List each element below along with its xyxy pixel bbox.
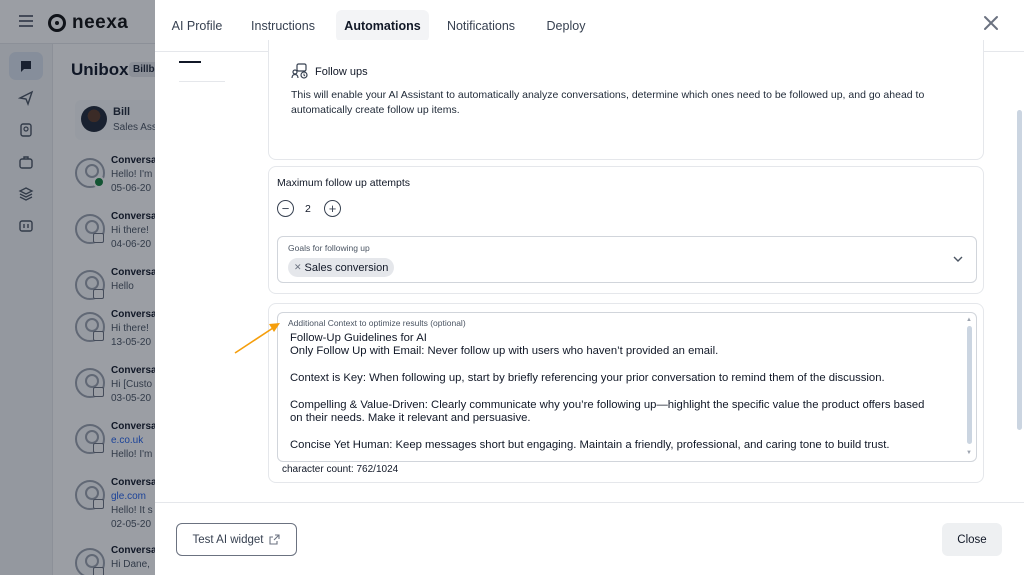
goal-chip-label: Sales conversion [304,261,389,274]
scroll-down-icon[interactable]: ▼ [966,450,972,456]
tab-deploy[interactable]: Deploy [538,10,594,42]
tab-notifications[interactable]: Notifications [440,10,522,42]
context-line: Context is Key: When following up, start… [290,372,885,385]
close-icon[interactable] [982,14,1000,32]
test-ai-widget-label: Test AI widget [192,533,264,546]
max-attempts-label: Maximum follow up attempts [277,177,411,189]
context-line: on their needs. Make it relevant and per… [290,412,531,425]
side-tab-indicator [179,61,201,63]
context-line: Compelling & Value-Driven: Clearly commu… [290,399,925,411]
context-line: Concise Yet Human: Keep messages short b… [290,439,890,452]
external-link-icon [269,534,281,545]
goals-select[interactable]: Goals for following up ✕ Sales conversio… [277,236,977,283]
character-count: character count: 762/1024 [282,464,399,475]
modal-footer: Test AI widget Close [155,502,1024,575]
follow-ups-title: Follow ups [315,66,368,78]
modal-scrollbar[interactable] [1017,110,1022,430]
test-ai-widget-button[interactable]: Test AI widget [176,523,297,556]
follow-up-settings-card: Maximum follow up attempts − 2 + Goals f… [268,166,984,294]
additional-context-text[interactable]: Follow-Up Guidelines for AI Only Follow U… [290,332,960,453]
context-line: Only Follow Up with Email: Never follow … [290,345,719,358]
tab-ai-profile[interactable]: AI Profile [165,10,229,42]
follow-ups-icon [291,63,308,79]
goal-chip[interactable]: ✕ Sales conversion [288,258,395,277]
follow-ups-card: Follow ups This will enable your AI Assi… [268,40,984,160]
ai-settings-modal: AI Profile Instructions Automations Noti… [155,0,1024,575]
automation-side-tabs [179,52,225,82]
goals-label: Goals for following up [288,243,370,253]
follow-ups-description: This will enable your AI Assistant to au… [291,89,925,116]
context-line: Follow-Up Guidelines for AI [290,332,427,344]
additional-context-textarea[interactable]: Follow-Up Guidelines for AI Only Follow U… [277,312,977,462]
textarea-scroll-thumb[interactable] [967,326,972,444]
additional-context-label: Additional Context to optimize results (… [279,314,869,330]
remove-chip-icon[interactable]: ✕ [294,262,302,273]
tab-instructions[interactable]: Instructions [245,10,321,42]
close-button[interactable]: Close [942,523,1002,556]
annotation-arrow-icon [234,323,280,354]
minus-circle-icon[interactable]: − [277,200,294,217]
chevron-down-icon[interactable] [952,254,964,264]
tab-automations[interactable]: Automations [336,10,429,42]
scroll-up-icon[interactable]: ▲ [966,317,972,323]
additional-context-card: Follow-Up Guidelines for AI Only Follow U… [268,303,984,483]
plus-circle-icon[interactable]: + [324,200,341,217]
textarea-scrollbar[interactable]: ▲ ▼ [965,314,975,460]
max-attempts-value: 2 [305,203,311,215]
